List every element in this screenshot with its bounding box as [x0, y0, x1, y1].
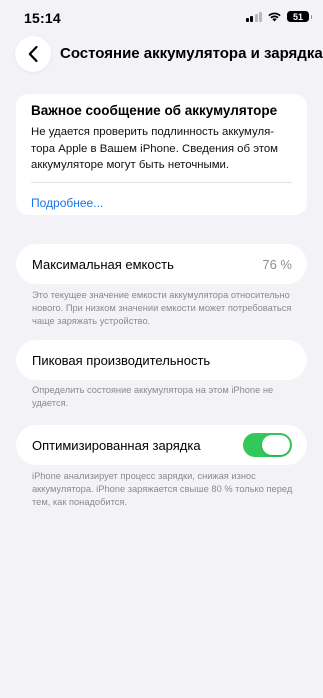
optimized-charging-label: Оптимизированная зарядка [32, 437, 201, 453]
battery-icon: 51 [287, 11, 312, 22]
maximum-capacity-row: Максимальная емкость 76 % [16, 244, 307, 284]
status-icons: 51 [245, 11, 312, 22]
status-bar: 15:14 51 [0, 0, 323, 36]
wifi-icon [268, 12, 281, 22]
notice-title: Важное сообщение об аккумуляторе [31, 103, 278, 118]
maximum-capacity-label: Максимальная емкость [32, 256, 174, 272]
battery-level: 51 [292, 11, 303, 22]
cellular-signal-icon [245, 11, 262, 22]
chevron-left-icon [28, 45, 38, 63]
peak-performance-footnote: Определить состояние аккумулятора на это… [32, 385, 274, 408]
toggle-knob [262, 435, 290, 455]
optimized-charging-row: Оптимизированная зарядка [16, 425, 307, 465]
peak-performance-row: Пиковая производительность [16, 340, 307, 380]
peak-performance-label: Пиковая производительность [32, 352, 211, 368]
capacity-footnote: Это текущее значение емкости аккумулятор… [32, 290, 292, 326]
notice-text: Не удается проверить подлинность аккумул… [31, 126, 279, 171]
charging-footnote: iPhone анализирует процесс зарядки, сниж… [32, 471, 293, 507]
back-button[interactable] [15, 36, 51, 72]
optimized-charging-toggle[interactable] [243, 433, 292, 457]
maximum-capacity-value: 76 % [262, 256, 292, 272]
battery-notice-card: Важное сообщение об аккумуляторе Не удае… [16, 94, 307, 215]
learn-more-link[interactable]: Подробнее... [31, 195, 292, 211]
divider [31, 181, 292, 183]
status-time: 15:14 [24, 10, 61, 26]
page-title: Состояние аккумулятора и зарядка [60, 45, 323, 62]
